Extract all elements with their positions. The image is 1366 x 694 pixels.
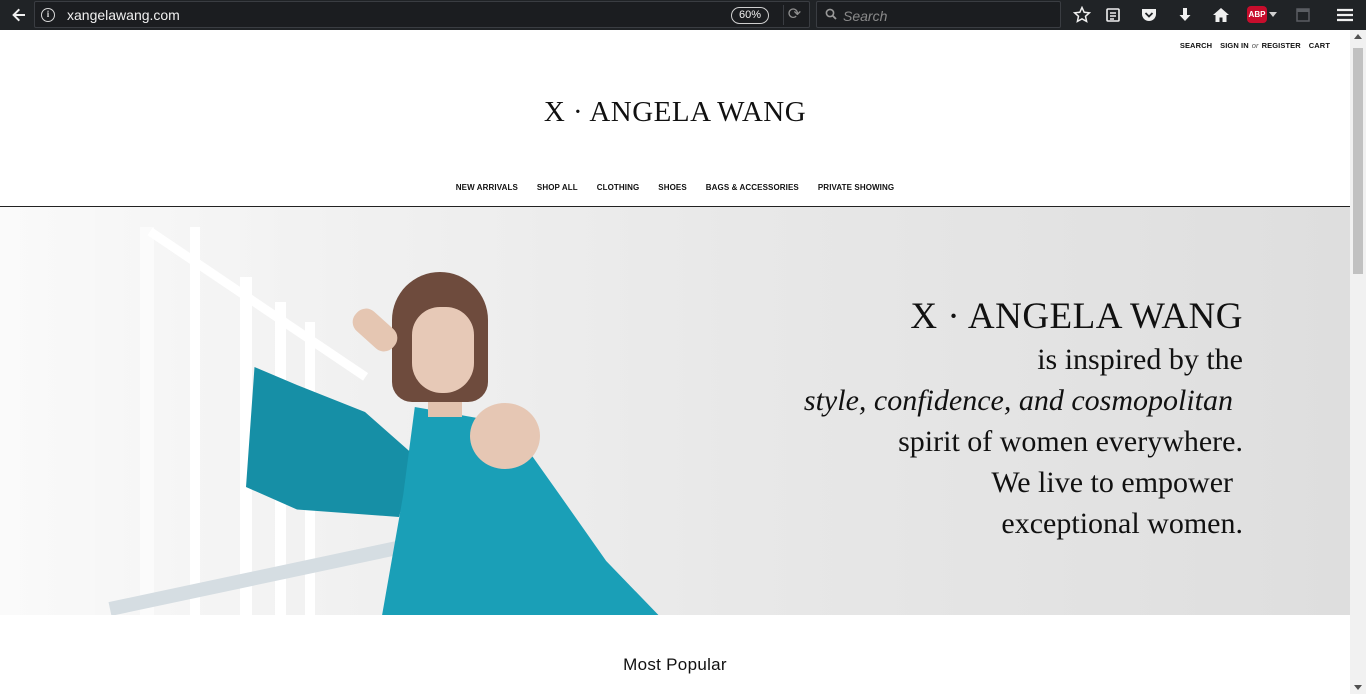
zoom-level-badge[interactable]: 60%	[731, 7, 769, 24]
nav-item-shoes[interactable]: SHOES	[658, 183, 687, 192]
bookmark-star-icon[interactable]	[1070, 4, 1094, 26]
page-scrollbar[interactable]	[1350, 30, 1366, 694]
web-page: SEARCH SIGN IN or REGISTER CART X · ANGE…	[0, 30, 1350, 694]
hero-line-3: spirit of women everywhere.	[898, 425, 1243, 458]
account-links: SEARCH SIGN IN or REGISTER CART	[1180, 41, 1330, 50]
signin-register-group: SIGN IN or REGISTER	[1220, 41, 1301, 50]
hero-banner[interactable]: X · ANGELA WANG is inspired by the style…	[0, 207, 1350, 615]
register-link[interactable]: REGISTER	[1262, 41, 1301, 50]
adblock-icon[interactable]: ABP	[1247, 6, 1267, 23]
search-link[interactable]: SEARCH	[1180, 41, 1212, 50]
back-arrow-icon[interactable]	[6, 3, 32, 27]
or-text: or	[1251, 41, 1259, 50]
search-bar[interactable]: Search	[816, 1, 1061, 28]
nav-item-bags-accessories[interactable]: BAGS & ACCESSORIES	[706, 183, 799, 192]
chevron-down-icon[interactable]	[1269, 12, 1277, 17]
sidebar-icon[interactable]	[1291, 4, 1315, 26]
scroll-up-icon[interactable]	[1354, 34, 1362, 39]
hamburger-menu-icon[interactable]	[1333, 4, 1357, 26]
search-icon	[825, 8, 837, 20]
hero-line-4: We live to empower	[991, 466, 1233, 499]
sign-in-link[interactable]: SIGN IN	[1220, 41, 1249, 50]
nav-item-clothing[interactable]: CLOTHING	[597, 183, 640, 192]
address-bar[interactable]: i xangelawang.com 60% ⟳	[34, 1, 810, 28]
search-placeholder: Search	[843, 8, 888, 24]
scroll-down-icon[interactable]	[1354, 685, 1362, 690]
nav-item-shop-all[interactable]: SHOP ALL	[537, 183, 578, 192]
reading-list-icon[interactable]	[1101, 4, 1125, 26]
site-logo[interactable]: X · ANGELA WANG	[0, 96, 1350, 129]
url-text[interactable]: xangelawang.com	[67, 7, 180, 23]
download-icon[interactable]	[1173, 4, 1197, 26]
reload-icon[interactable]: ⟳	[783, 5, 805, 25]
nav-item-new-arrivals[interactable]: NEW ARRIVALS	[456, 183, 518, 192]
hero-line-5: exceptional women.	[1001, 507, 1243, 540]
info-icon[interactable]: i	[41, 8, 55, 22]
cart-link[interactable]: CART	[1309, 41, 1330, 50]
main-nav: NEW ARRIVALS SHOP ALL CLOTHING SHOES BAG…	[0, 183, 1350, 192]
hero-line-1: is inspired by the	[1037, 343, 1243, 376]
hero-brand: X · ANGELA WANG	[910, 296, 1243, 337]
home-icon[interactable]	[1209, 4, 1233, 26]
scrollbar-thumb[interactable]	[1353, 48, 1363, 274]
hero-text: X · ANGELA WANG is inspired by the style…	[804, 295, 1243, 544]
hero-line-2: style, confidence, and cosmopolitan	[803, 384, 1233, 417]
most-popular-heading: Most Popular	[623, 655, 727, 674]
nav-item-private-showing[interactable]: PRIVATE SHOWING	[818, 183, 894, 192]
pocket-icon[interactable]	[1137, 4, 1161, 26]
browser-toolbar: i xangelawang.com 60% ⟳ Search ABP	[0, 0, 1366, 30]
